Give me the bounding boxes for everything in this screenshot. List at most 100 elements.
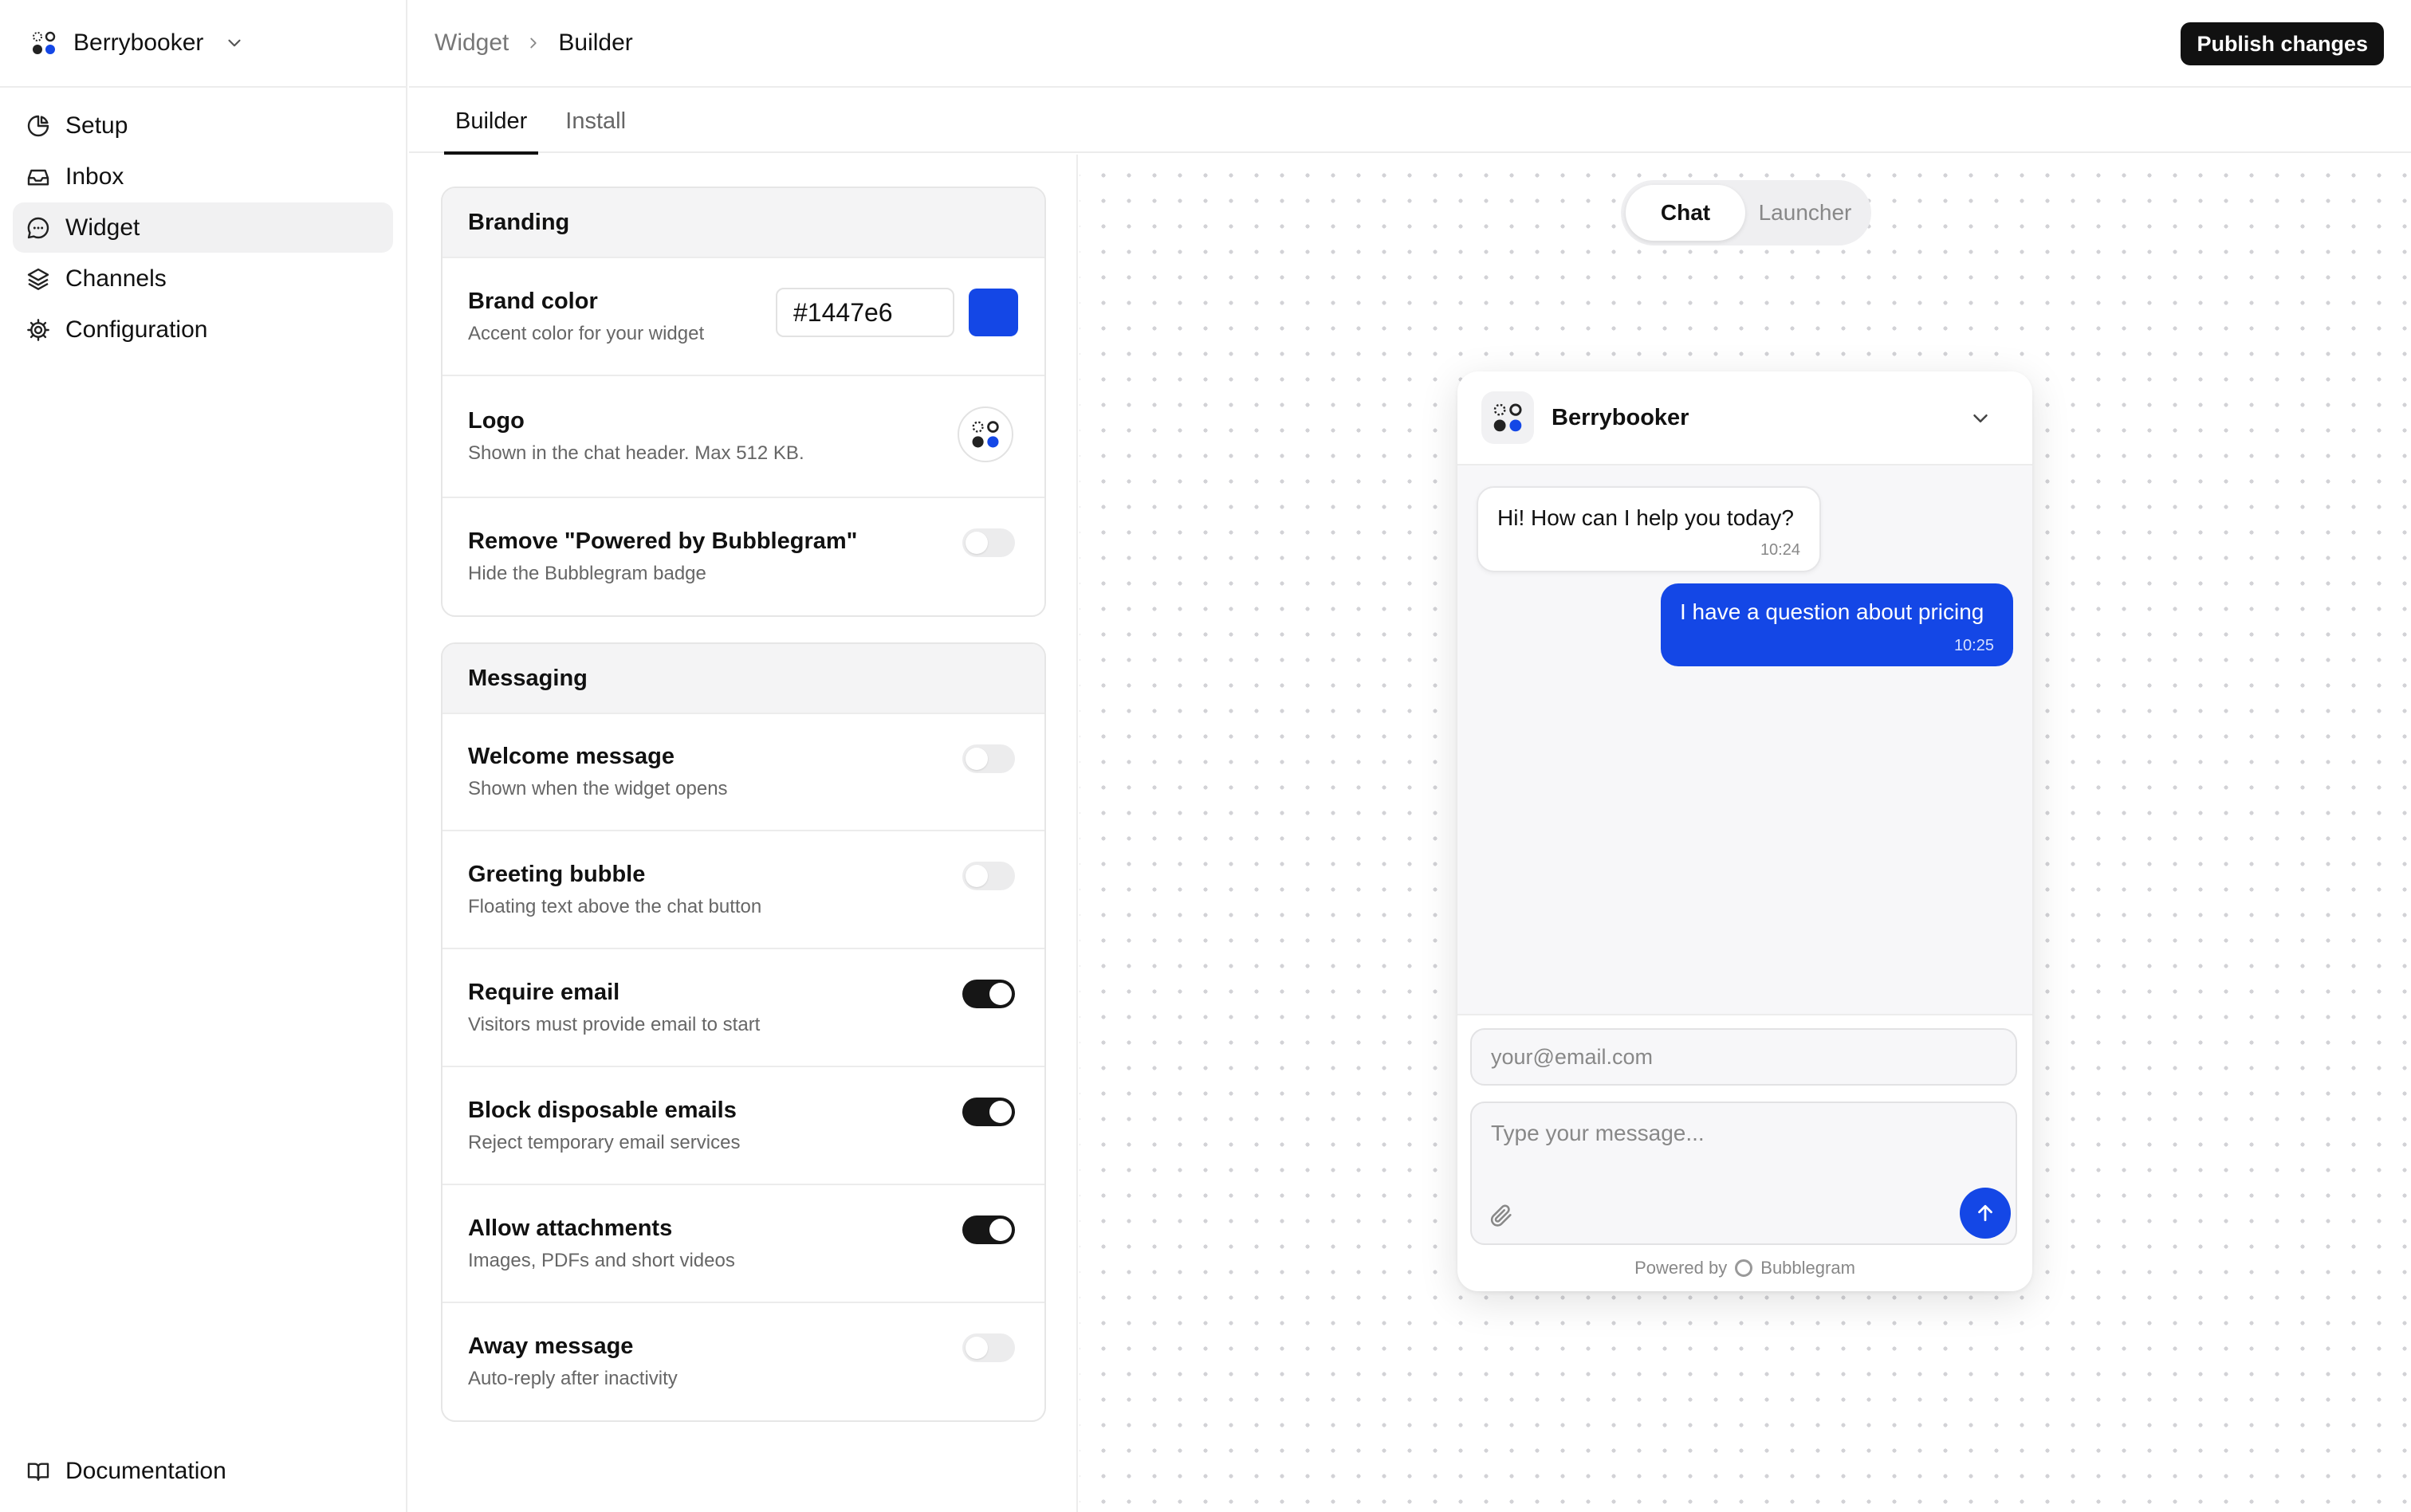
chevron-down-icon[interactable] xyxy=(1969,406,1992,430)
sidebar-item-label: Channels xyxy=(65,265,167,292)
berry-logo-icon xyxy=(972,421,999,448)
chevron-right-icon xyxy=(530,37,537,49)
tab-builder[interactable]: Builder xyxy=(444,89,539,155)
berry-logo-icon xyxy=(1493,403,1522,432)
brand-color-hex-input[interactable]: #1447e6 xyxy=(776,288,954,337)
sidebar-item-label: Inbox xyxy=(65,163,124,190)
remove-powered-toggle[interactable] xyxy=(962,528,1015,557)
row-subtitle: Floating text above the chat button xyxy=(468,895,762,917)
row-subtitle: Hide the Bubblegram badge xyxy=(468,563,706,584)
welcome-message-toggle[interactable] xyxy=(962,744,1015,773)
greeting-bubble-row: Greeting bubble Floating text above the c… xyxy=(442,831,1044,949)
sidebar-item-label: Configuration xyxy=(65,316,208,343)
greeting-bubble-toggle[interactable] xyxy=(962,862,1015,890)
row-title: Brand color xyxy=(468,288,598,314)
message-time: 10:25 xyxy=(1953,637,1994,654)
brand-color-swatch[interactable] xyxy=(969,289,1018,336)
preview-mode-switch: Chat Launcher xyxy=(1621,180,1871,245)
remove-powered-row: Remove "Powered by Bubblegram" Hide the … xyxy=(442,498,1044,615)
widget-logo xyxy=(1481,391,1534,444)
message-time: 10:24 xyxy=(1760,541,1800,559)
bubblegram-logo-icon xyxy=(1735,1259,1753,1277)
paperclip-icon[interactable] xyxy=(1488,1202,1515,1229)
row-subtitle: Shown when the widget opens xyxy=(468,778,728,799)
branding-card: Branding Brand color Accent color for yo… xyxy=(441,187,1046,617)
email-field[interactable]: your@email.com xyxy=(1470,1028,2017,1086)
chevron-down-icon xyxy=(228,39,241,47)
layers-icon xyxy=(27,268,49,290)
sidebar-item-widget[interactable]: Widget xyxy=(13,202,393,253)
row-subtitle: Accent color for your widget xyxy=(468,322,705,344)
agent-message: Hi! How can I help you today? 10:24 xyxy=(1477,486,1821,572)
workspace-name: Berrybooker xyxy=(73,29,204,56)
row-title: Allow attachments xyxy=(468,1215,673,1241)
require-email-toggle[interactable] xyxy=(962,980,1015,1008)
message-text: Hi! How can I help you today? xyxy=(1497,505,1794,530)
powered-by-prefix: Powered by xyxy=(1634,1258,1728,1278)
away-message-row: Away message Auto-reply after inactivity xyxy=(442,1303,1044,1420)
inbox-icon xyxy=(27,169,49,186)
top-bar: Widget Builder Publish changes xyxy=(409,0,2411,88)
settings-panel: Branding Brand color Accent color for yo… xyxy=(409,155,1078,1512)
tab-install[interactable]: Install xyxy=(554,89,637,153)
workspace-switcher[interactable]: Berrybooker xyxy=(0,0,406,88)
gear-icon xyxy=(27,318,49,341)
sidebar-item-label: Setup xyxy=(65,112,128,139)
messaging-heading: Messaging xyxy=(442,644,1044,714)
block-disposable-emails-row: Block disposable emails Reject temporary … xyxy=(442,1067,1044,1185)
pie-chart-icon xyxy=(27,115,49,136)
sidebar-item-configuration[interactable]: Configuration xyxy=(13,304,393,355)
row-subtitle: Shown in the chat header. Max 512 KB. xyxy=(468,442,804,464)
publish-changes-button[interactable]: Publish changes xyxy=(2181,22,2384,65)
logo-row: Logo Shown in the chat header. Max 512 K… xyxy=(442,376,1044,498)
message-text: I have a question about pricing xyxy=(1680,599,1984,624)
brand-color-row: Brand color Accent color for your widget… xyxy=(442,258,1044,376)
branding-heading: Branding xyxy=(442,188,1044,258)
allow-attachments-toggle[interactable] xyxy=(962,1215,1015,1244)
block-disposable-emails-toggle[interactable] xyxy=(962,1098,1015,1126)
book-icon xyxy=(27,1463,49,1481)
breadcrumb: Widget Builder xyxy=(435,29,633,57)
row-subtitle: Reject temporary email services xyxy=(468,1131,741,1153)
mode-launcher-button[interactable]: Launcher xyxy=(1745,185,1865,241)
sidebar: Berrybooker Setup Inbox Widget Channels … xyxy=(0,0,407,1512)
away-message-toggle[interactable] xyxy=(962,1333,1015,1362)
chat-widget-preview: Berrybooker Hi! How can I help you today… xyxy=(1457,371,2032,1291)
breadcrumb-builder: Builder xyxy=(558,29,633,56)
mode-chat-button[interactable]: Chat xyxy=(1626,185,1745,241)
preview-canvas: Chat Launcher Berrybooker Hi! How can I … xyxy=(1080,155,2411,1512)
berry-logo-icon xyxy=(30,29,57,57)
page-tabs: Builder Install xyxy=(409,89,2411,155)
arrow-up-icon xyxy=(1978,1204,1992,1222)
documentation-link[interactable]: Documentation xyxy=(26,1458,226,1485)
row-subtitle: Images, PDFs and short videos xyxy=(468,1249,735,1271)
powered-by-badge: Powered by Bubblegram xyxy=(1457,1258,2032,1278)
message-circle-icon xyxy=(27,217,49,238)
row-title: Greeting bubble xyxy=(468,861,646,887)
require-email-row: Require email Visitors must provide email… xyxy=(442,949,1044,1067)
sidebar-item-inbox[interactable]: Inbox xyxy=(13,151,393,202)
sidebar-item-channels[interactable]: Channels xyxy=(13,253,393,304)
row-title: Require email xyxy=(468,979,620,1005)
row-title: Away message xyxy=(468,1333,634,1359)
row-title: Block disposable emails xyxy=(468,1097,737,1123)
visitor-message: I have a question about pricing 10:25 xyxy=(1661,583,2013,666)
message-placeholder: Type your message... xyxy=(1491,1121,1705,1145)
sidebar-item-setup[interactable]: Setup xyxy=(13,100,393,151)
send-button[interactable] xyxy=(1960,1188,2011,1239)
widget-conversation: Hi! How can I help you today? 10:24 I ha… xyxy=(1457,465,2032,1015)
breadcrumb-widget[interactable]: Widget xyxy=(435,29,509,57)
documentation-label: Documentation xyxy=(65,1458,226,1484)
row-title: Remove "Powered by Bubblegram" xyxy=(468,528,858,554)
powered-by-name: Bubblegram xyxy=(1760,1258,1855,1278)
message-composer[interactable]: Type your message... xyxy=(1470,1102,2017,1245)
widget-name: Berrybooker xyxy=(1552,404,1689,430)
row-title: Welcome message xyxy=(468,744,675,769)
messaging-card: Messaging Welcome message Shown when the … xyxy=(441,642,1046,1422)
logo-upload[interactable] xyxy=(958,406,1013,462)
allow-attachments-row: Allow attachments Images, PDFs and short … xyxy=(442,1185,1044,1303)
sidebar-nav: Setup Inbox Widget Channels Configuratio… xyxy=(0,88,406,355)
welcome-message-row: Welcome message Shown when the widget ope… xyxy=(442,714,1044,831)
sidebar-item-label: Widget xyxy=(65,214,140,241)
row-subtitle: Visitors must provide email to start xyxy=(468,1013,761,1035)
